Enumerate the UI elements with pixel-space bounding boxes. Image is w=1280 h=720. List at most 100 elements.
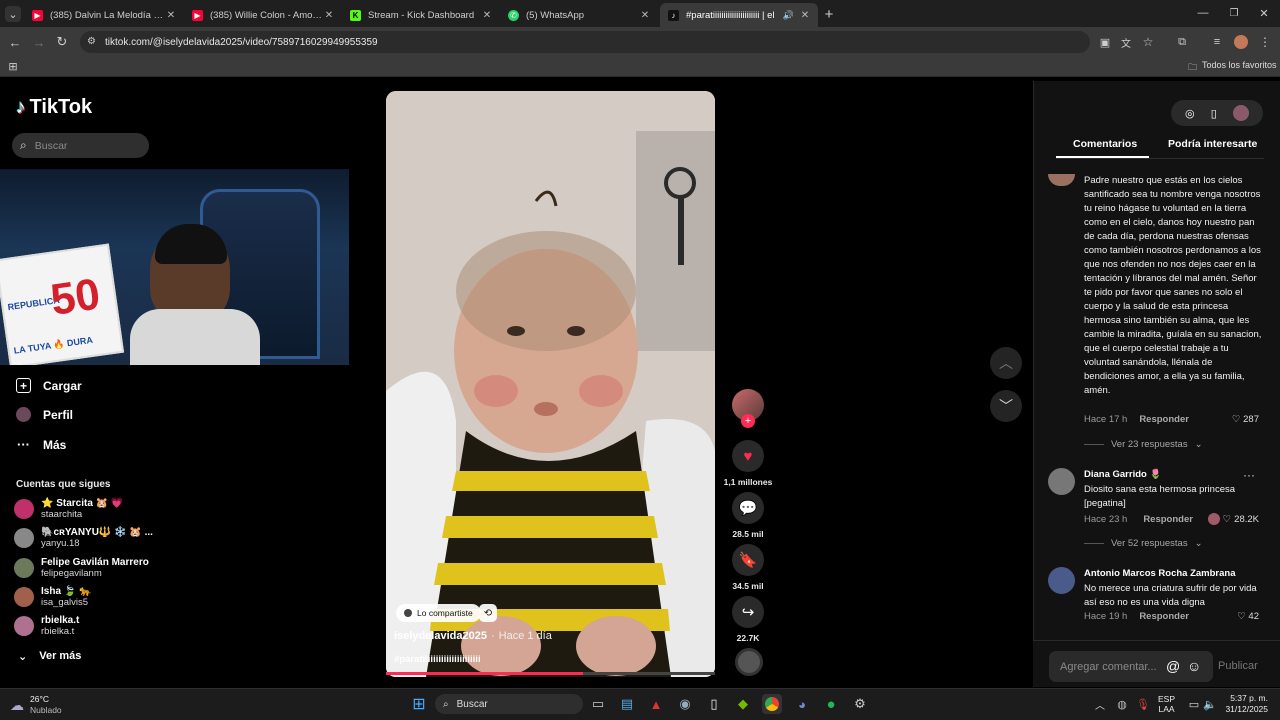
reply-button[interactable]: Responder — [1139, 414, 1189, 425]
microphone-icon[interactable]: 🎙 — [1133, 694, 1153, 714]
nav-profile[interactable]: Perfil — [16, 407, 73, 422]
comment-input[interactable]: Agregar comentar... @ ☺ — [1049, 651, 1213, 682]
cast-icon[interactable]: ▣ — [1098, 35, 1112, 49]
video-caption[interactable]: #paratiiiiiiiiiiiiiiiiiiiiii — [394, 654, 481, 665]
menu-icon[interactable]: ⋮ — [1259, 35, 1271, 49]
comment-button[interactable]: 💬 — [732, 492, 764, 524]
extensions-icon[interactable]: ⧉ — [1175, 35, 1189, 49]
steam-icon[interactable]: ◉ — [675, 694, 695, 714]
site-info-icon[interactable]: ⚙ — [87, 36, 96, 47]
forward-icon[interactable]: → — [31, 34, 47, 50]
url-bar[interactable]: ⚙ tiktok.com/@iselydelavida2025/video/75… — [80, 31, 1090, 53]
spotify-icon[interactable]: ● — [821, 694, 841, 714]
video-author[interactable]: iselydelavida2025 — [394, 630, 487, 642]
tab-might-interest[interactable]: Podría interesarte — [1168, 138, 1257, 150]
clock[interactable]: 5:37 p. m. 31/12/2025 — [1218, 693, 1268, 715]
compass-icon[interactable]: ◎ — [1185, 107, 1195, 120]
close-icon[interactable]: ✕ — [164, 10, 178, 21]
app-icon[interactable]: ▲ — [646, 694, 666, 714]
reload-icon[interactable]: ↻ — [54, 34, 70, 50]
minimize-icon[interactable]: — — [1196, 6, 1210, 20]
close-icon[interactable]: ✕ — [798, 10, 812, 21]
tab-search-icon[interactable]: ⌄ — [5, 6, 21, 22]
close-icon[interactable]: ✕ — [322, 10, 336, 21]
nav-more[interactable]: ··· Más — [16, 437, 66, 452]
tiktok-logo[interactable]: ♪ TikTok — [16, 96, 92, 119]
browser-tab[interactable]: ▶ (385) Willie Colon - Amor Verd ✕ — [184, 3, 342, 27]
browser-tab[interactable]: ✆ (5) WhatsApp ✕ — [500, 3, 658, 27]
repost-icon[interactable]: ⟲ — [479, 604, 497, 622]
comment-like[interactable]: ♡ 42 — [1237, 611, 1259, 622]
share-button[interactable]: ↪ — [732, 596, 764, 628]
media-icon[interactable]: ≡ — [1210, 35, 1224, 49]
chevron-down-icon: ⌄ — [18, 651, 28, 663]
follow-plus-icon[interactable]: + — [741, 414, 755, 428]
video-frame — [386, 91, 715, 677]
save-button[interactable]: 🔖 — [732, 544, 764, 576]
taskbar-search[interactable]: ⌕ Buscar — [435, 694, 583, 714]
nvidia-icon[interactable]: ◆ — [733, 694, 753, 714]
followed-account[interactable]: Isha 🍃 🐆 isa_galvis5 — [14, 586, 91, 608]
followed-account[interactable]: 🐘ᴄʀYANYU🔱 ❄️ 🐹 ... yanyu.18 — [14, 527, 153, 549]
browser-tab[interactable]: ▶ (385) Dalvin La Melodía | Ensam ✕ — [24, 3, 184, 27]
close-icon[interactable]: ✕ — [638, 10, 652, 21]
view-replies[interactable]: Ver 23 respuestas ⌄ — [1084, 439, 1203, 450]
user-avatar[interactable] — [1232, 105, 1249, 121]
more-options-icon[interactable]: ··· — [1243, 468, 1255, 482]
browser-tab-active[interactable]: ♪ #paratiiiiiiiiiiiiiiiiiiiiii | el 🔊 ✕ — [660, 3, 818, 27]
view-replies[interactable]: Ver 52 respuestas ⌄ — [1084, 538, 1203, 549]
comment-author[interactable]: Antonio Marcos Rocha Zambrana — [1084, 568, 1236, 579]
previous-video-button[interactable]: ︿ — [990, 347, 1022, 379]
music-disc-icon[interactable] — [735, 648, 763, 676]
close-icon[interactable]: ✕ — [480, 10, 494, 21]
bookmark-star-icon[interactable]: ☆ — [1141, 35, 1155, 49]
followed-account[interactable]: Felipe Gavilán Marrero felipegavilanm — [14, 557, 149, 579]
back-icon[interactable]: ← — [7, 34, 23, 50]
like-button[interactable]: ♥ — [732, 440, 764, 472]
comment-avatar[interactable] — [1048, 468, 1075, 495]
settings-icon[interactable]: ⚙ — [850, 694, 870, 714]
emoji-icon[interactable]: ☺ — [1187, 658, 1201, 674]
followed-account[interactable]: ⭐ Starcita 🐹 💗 staarchita — [14, 498, 123, 520]
network-tray-icon[interactable]: ◍ — [1112, 694, 1132, 714]
comment-like[interactable]: ♡ 28.2K — [1207, 513, 1259, 525]
file-explorer-icon[interactable]: ▤ — [617, 694, 637, 714]
publish-button[interactable]: Publicar — [1218, 660, 1258, 672]
translate-icon[interactable]: 文 — [1119, 35, 1133, 50]
account-handle: rbielka.t — [41, 626, 75, 637]
comment-like[interactable]: ♡ 287 — [1232, 414, 1259, 425]
nav-upload[interactable]: + Cargar — [16, 378, 82, 393]
see-more-button[interactable]: ⌄ Ver más — [18, 650, 81, 663]
browser-tab[interactable]: K Stream - Kick Dashboard ✕ — [342, 3, 500, 27]
tray-expand-icon[interactable]: ︿ — [1090, 694, 1110, 714]
chrome-icon[interactable] — [762, 694, 782, 714]
reply-button[interactable]: Responder — [1143, 514, 1193, 525]
comment-avatar[interactable] — [1048, 567, 1075, 594]
windows-start-icon[interactable]: ⊞ — [409, 694, 429, 714]
language-indicator[interactable]: ESP LAA — [1158, 694, 1175, 714]
mention-icon[interactable]: @ — [1166, 658, 1180, 674]
document-icon[interactable]: ▯ — [704, 694, 724, 714]
task-view-icon[interactable]: ▭ — [588, 694, 608, 714]
discord-icon[interactable]: ◕ — [792, 694, 812, 714]
restore-icon[interactable]: ❐ — [1227, 6, 1241, 20]
volume-icon[interactable]: 🔈 — [1200, 694, 1220, 714]
next-video-button[interactable]: ﹀ — [990, 390, 1022, 422]
weather-widget[interactable]: ☁ 26°C Nublado — [10, 694, 62, 716]
phone-icon[interactable]: ▯ — [1211, 107, 1217, 120]
tab-comments[interactable]: Comentarios — [1073, 138, 1137, 150]
nav-label: Perfil — [43, 407, 74, 422]
shared-chip[interactable]: Lo compartiste — [396, 604, 481, 622]
followed-account[interactable]: rbielka.t rbielka.t — [14, 615, 79, 637]
video-progress-bar[interactable] — [386, 672, 715, 675]
reply-button[interactable]: Responder — [1139, 611, 1189, 622]
search-input[interactable]: ⌕ Buscar — [12, 133, 149, 158]
comment-author[interactable]: Diana Garrido 🌷 — [1084, 469, 1161, 480]
window-close-icon[interactable]: ✕ — [1257, 6, 1271, 20]
profile-avatar[interactable] — [1234, 35, 1248, 49]
new-tab-icon[interactable]: + — [821, 6, 837, 23]
all-bookmarks-button[interactable]: 🗀 Todos los favoritos — [1188, 60, 1277, 76]
apps-grid-icon[interactable]: ⊞ — [6, 59, 20, 73]
audio-icon[interactable]: 🔊 — [783, 10, 794, 21]
video-player[interactable]: Lo compartiste ⟲ iselydelavida2025 · Hac… — [386, 91, 715, 677]
